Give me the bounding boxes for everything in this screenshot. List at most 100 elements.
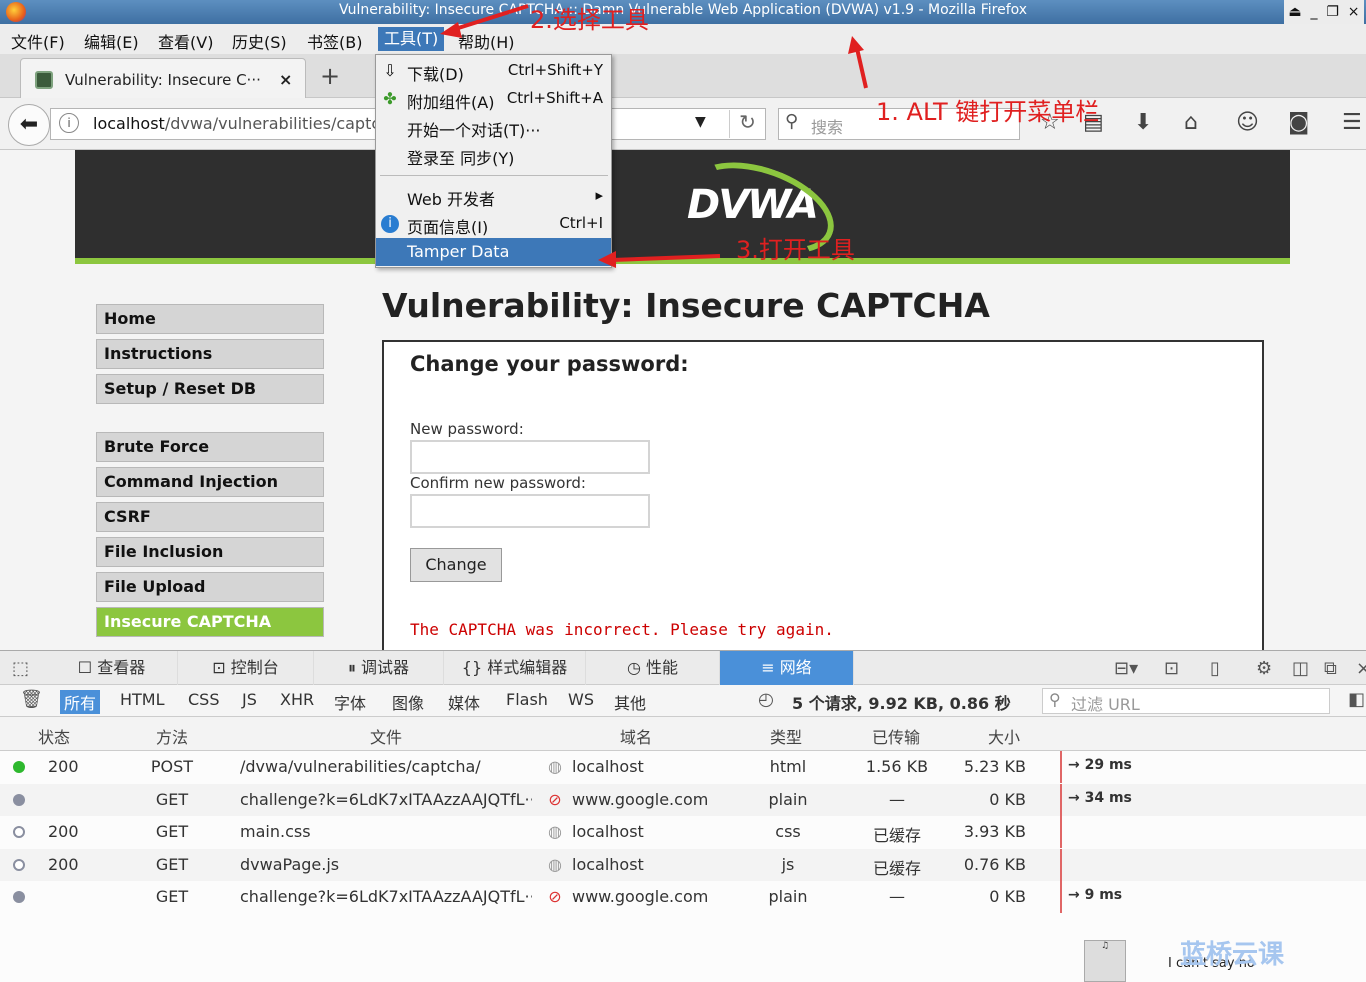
tab-network[interactable]: ≡ 网络 <box>720 651 854 685</box>
sidebar-toggle-icon[interactable]: ◧ <box>1348 689 1365 710</box>
tab-label: 控制台 <box>230 658 279 677</box>
back-button[interactable]: ⬅ <box>8 104 50 146</box>
sidebar-item-csrf[interactable]: CSRF <box>96 502 324 532</box>
column-type[interactable]: 类型 <box>770 724 802 748</box>
tab-debugger[interactable]: ⏸ 调试器 <box>314 651 444 685</box>
watermark-text: 蓝桥云课 <box>1180 940 1285 970</box>
tab-style-editor[interactable]: {} 样式编辑器 <box>444 651 586 685</box>
tab-console[interactable]: ⊡ 控制台 <box>178 651 314 685</box>
filter-html[interactable]: HTML <box>116 690 169 709</box>
new-password-input[interactable] <box>410 440 650 474</box>
menu-item-start-conversation[interactable]: 开始一个对话(T)··· <box>376 113 611 141</box>
info-icon: i <box>381 215 399 233</box>
devtools-toolbar: ⬚ ☐ 查看器 ⊡ 控制台 ⏸ 调试器 {} 样式编辑器 ◷ 性能 ≡ 网络 ⊟… <box>0 651 1366 685</box>
tab-performance[interactable]: ◷ 性能 <box>586 651 720 685</box>
console-icon: ⊡ <box>212 658 231 677</box>
menu-history[interactable]: 历史(S) <box>232 29 287 53</box>
menu-file[interactable]: 文件(F) <box>11 29 65 53</box>
sidebar-item-insecure-captcha[interactable]: Insecure CAPTCHA <box>96 607 324 637</box>
settings-gear-icon[interactable]: ⚙ <box>1256 658 1272 679</box>
chat-icon[interactable]: ☺ <box>1236 110 1259 135</box>
menu-item-tamper-data[interactable]: Tamper Data <box>376 238 611 266</box>
tab-label: 性能 <box>646 658 679 677</box>
new-tab-button[interactable]: + <box>320 62 340 90</box>
filter-css[interactable]: CSS <box>184 690 223 709</box>
tab-label: 网络 <box>779 658 812 677</box>
filter-fonts[interactable]: 字体 <box>330 690 370 714</box>
column-transferred[interactable]: 已传输 <box>872 724 920 748</box>
dock-side-icon[interactable]: ◫ <box>1292 658 1309 679</box>
sidebar-item-instructions[interactable]: Instructions <box>96 339 324 369</box>
tab-active[interactable]: Vulnerability: Insecure C··· × <box>20 58 306 98</box>
status-dot-icon <box>13 858 25 871</box>
filter-url-input[interactable]: ⚲ 过滤 URL <box>1042 688 1330 714</box>
filter-ws[interactable]: WS <box>564 690 598 709</box>
hamburger-menu-icon[interactable]: ☰ <box>1342 110 1362 135</box>
minimize-icon[interactable]: _ <box>1311 4 1318 20</box>
column-size[interactable]: 大小 <box>988 724 1020 748</box>
url-text[interactable]: localhost/dvwa/vulnerabilities/captc <box>93 114 380 133</box>
column-method[interactable]: 方法 <box>156 724 188 748</box>
filter-xhr[interactable]: XHR <box>276 690 318 709</box>
tab-inspector[interactable]: ☐ 查看器 <box>46 651 178 685</box>
restore-icon[interactable]: ❐ <box>1326 4 1339 20</box>
change-button[interactable]: Change <box>410 548 502 582</box>
menu-help[interactable]: 帮助(H) <box>458 29 515 53</box>
filter-flash[interactable]: Flash <box>502 690 552 709</box>
table-row[interactable]: ◍ 200 GET main.css localhost css 已缓存 3.93 KB <box>0 816 1366 848</box>
pocket-icon[interactable]: ◙ <box>1288 110 1309 135</box>
sidebar-item-file-inclusion[interactable]: File Inclusion <box>96 537 324 567</box>
sidebar-item-brute-force[interactable]: Brute Force <box>96 432 324 462</box>
menu-item-sync[interactable]: 登录至 同步(Y) <box>376 141 611 169</box>
filter-media[interactable]: 媒体 <box>444 690 484 714</box>
trash-icon[interactable]: 🗑 <box>20 689 43 710</box>
devtools-panel: ⬚ ☐ 查看器 ⊡ 控制台 ⏸ 调试器 {} 样式编辑器 ◷ 性能 ≡ 网络 ⊟… <box>0 650 1366 982</box>
tools-menu-dropdown: ⇩ 下载(D) Ctrl+Shift+Y ✤ 附加组件(A) Ctrl+Shif… <box>375 54 612 268</box>
close-devtools-icon[interactable]: × <box>1356 658 1366 679</box>
responsive-icon[interactable]: ⊟▾ <box>1114 658 1138 679</box>
sidebar-item-file-upload[interactable]: File Upload <box>96 572 324 602</box>
tab-close-icon[interactable]: × <box>279 70 292 89</box>
menu-item-downloads[interactable]: ⇩ 下载(D) Ctrl+Shift+Y <box>376 57 611 85</box>
table-row[interactable]: ◍ 200 GET dvwaPage.js localhost js 已缓存 0.76 KB <box>0 848 1366 881</box>
undock-icon[interactable]: ⧉ <box>1324 658 1337 679</box>
table-row[interactable]: ◍ 200 POST/dvwa/vulnerabilities/captcha/lo… <box>0 751 1366 783</box>
phone-icon[interactable]: ▯ <box>1210 658 1220 679</box>
inspector-icon: ☐ <box>77 658 98 677</box>
sidebar-item-setup[interactable]: Setup / Reset DB <box>96 374 324 404</box>
menu-item-addons[interactable]: ✤ 附加组件(A) Ctrl+Shift+A <box>376 85 611 113</box>
menu-bookmarks[interactable]: 书签(B) <box>307 29 362 53</box>
column-domain[interactable]: 域名 <box>620 724 652 748</box>
reload-icon[interactable]: ↻ <box>729 110 765 138</box>
element-picker-icon[interactable]: ⬚ <box>12 658 29 679</box>
filter-js[interactable]: JS <box>238 690 261 709</box>
menu-item-label: 开始一个对话(T)··· <box>407 121 541 140</box>
cell-file: main.css <box>240 822 311 841</box>
download-arrow-icon[interactable]: ⬇ <box>1134 110 1152 135</box>
site-info-icon[interactable]: i <box>59 113 79 133</box>
menu-edit[interactable]: 编辑(E) <box>84 29 139 53</box>
network-table-body: ◍ 200 POST/dvwa/vulnerabilities/captcha/lo… <box>0 751 1366 913</box>
table-row[interactable]: ⊘ GET challenge?k=6LdK7xITAAzzAAJQTfL··· ww… <box>0 881 1366 913</box>
confirm-password-input[interactable] <box>410 494 650 528</box>
status-dot-icon <box>13 793 25 806</box>
menu-tools[interactable]: 工具(T) <box>378 27 445 51</box>
scratchpad-icon[interactable]: ⊡ <box>1164 658 1179 679</box>
column-file[interactable]: 文件 <box>370 724 402 748</box>
home-icon[interactable]: ⌂ <box>1184 110 1198 135</box>
history-dropdown-icon[interactable]: ▼ <box>695 114 706 130</box>
sidebar-item-home[interactable]: Home <box>96 304 324 334</box>
close-icon[interactable]: × <box>1348 4 1360 20</box>
sidebar-item-command-injection[interactable]: Command Injection <box>96 467 324 497</box>
filter-other[interactable]: 其他 <box>610 690 650 714</box>
network-table-header: 状态 方法 文件 域名 类型 已传输 大小 <box>0 717 1366 751</box>
filter-all[interactable]: 所有 <box>60 690 101 714</box>
cell-status: 200 <box>48 757 79 776</box>
menu-item-page-info[interactable]: i 页面信息(I) Ctrl+I <box>376 210 611 238</box>
table-row[interactable]: ⊘ GET challenge?k=6LdK7xITAAzzAAJQTfL··· ww… <box>0 783 1366 816</box>
column-status[interactable]: 状态 <box>38 724 70 748</box>
filter-images[interactable]: 图像 <box>388 690 428 714</box>
menu-item-web-developer[interactable]: Web 开发者 ▸ <box>376 182 611 210</box>
menu-view[interactable]: 查看(V) <box>158 29 213 53</box>
eject-icon[interactable]: ⏏ <box>1288 4 1301 20</box>
